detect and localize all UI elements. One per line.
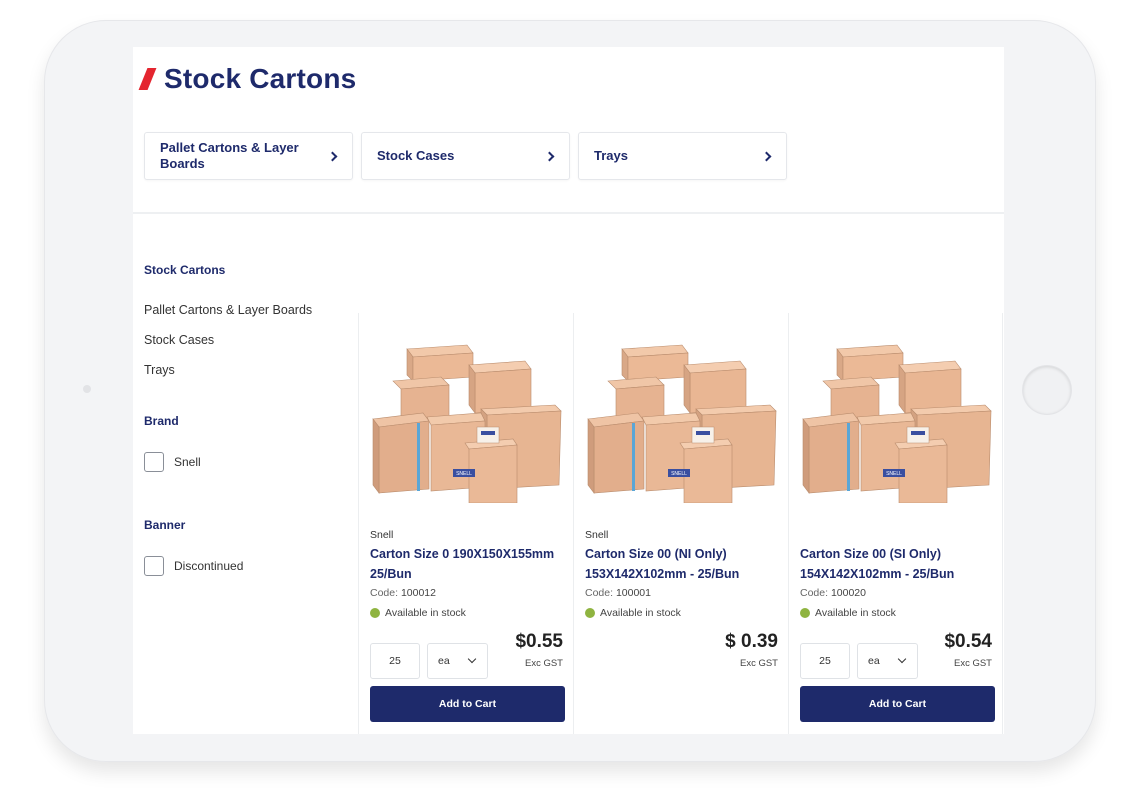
stock-status: Available in stock bbox=[370, 607, 466, 619]
category-card-stock-cases[interactable]: Stock Cases bbox=[361, 132, 570, 180]
banner-heading: Banner bbox=[144, 518, 186, 532]
product-name-link[interactable]: Carton Size 0 190X150X155mm 25/Bun bbox=[370, 544, 570, 584]
unit-value: ea bbox=[438, 655, 450, 667]
product-grid: SNELL Snell Carton Size 0 190X150X155mm … bbox=[358, 313, 1003, 734]
category-card-label: Stock Cases bbox=[377, 148, 455, 163]
category-cards: Pallet Cartons & Layer Boards Stock Case… bbox=[144, 132, 787, 180]
box-brand-label: SNELL bbox=[456, 471, 472, 477]
product-price: $ 0.39 bbox=[725, 631, 778, 652]
product-code: Code: 100020 bbox=[800, 587, 866, 599]
brand-slash-icon bbox=[138, 68, 157, 90]
product-name-link[interactable]: Carton Size 00 (SI Only) 154X142X102mm -… bbox=[800, 544, 1000, 584]
in-stock-dot-icon bbox=[800, 608, 810, 618]
code-label: Code: bbox=[585, 587, 614, 599]
sidebar-link-trays[interactable]: Trays bbox=[144, 363, 175, 377]
discontinued-label: Discontinued bbox=[174, 559, 244, 573]
gst-note: Exc GST bbox=[524, 658, 563, 669]
stock-status: Available in stock bbox=[800, 607, 896, 619]
category-card-label: Trays bbox=[594, 148, 628, 163]
chevron-down-icon bbox=[897, 654, 907, 664]
category-card-label: Pallet Cartons & Layer Boards bbox=[160, 140, 299, 171]
add-to-cart-button[interactable]: Add to Cart bbox=[370, 686, 565, 722]
sidebar-link-pallet-cartons[interactable]: Pallet Cartons & Layer Boards bbox=[144, 303, 312, 317]
add-to-cart-button[interactable]: Add to Cart bbox=[800, 686, 995, 722]
unit-value: ea bbox=[868, 655, 880, 667]
gst-note: Exc GST bbox=[953, 658, 992, 669]
category-card-pallet-cartons[interactable]: Pallet Cartons & Layer Boards bbox=[144, 132, 353, 180]
product-brand: Snell bbox=[370, 529, 394, 541]
camera-dot bbox=[83, 385, 91, 393]
box-brand-label: SNELL bbox=[886, 471, 902, 477]
stock-text: Available in stock bbox=[815, 607, 896, 619]
cartons-product-image[interactable]: SNELL bbox=[584, 339, 780, 503]
product-price: $0.55 bbox=[515, 631, 563, 652]
brand-snell-label: Snell bbox=[174, 455, 201, 469]
code-value: 100020 bbox=[830, 587, 866, 599]
in-stock-dot-icon bbox=[585, 608, 595, 618]
screen: Stock Cartons Pallet Cartons & Layer Boa… bbox=[133, 47, 1004, 734]
unit-select[interactable]: ea bbox=[857, 643, 918, 679]
page-title: Stock Cartons bbox=[164, 63, 357, 94]
category-card-trays[interactable]: Trays bbox=[578, 132, 787, 180]
stock-text: Available in stock bbox=[600, 607, 681, 619]
categories-heading: Stock Cartons bbox=[144, 263, 226, 277]
stock-text: Available in stock bbox=[385, 607, 466, 619]
product-card: SNELL Snell Carton Size 00 (NI Only) 153… bbox=[573, 313, 788, 734]
chevron-down-icon bbox=[467, 654, 477, 664]
product-card: SNELL Snell Carton Size 0 190X150X155mm … bbox=[358, 313, 573, 734]
stock-status: Available in stock bbox=[585, 607, 681, 619]
quantity-input[interactable]: 25 bbox=[800, 643, 850, 679]
code-value: 100001 bbox=[615, 587, 651, 599]
unit-select[interactable]: ea bbox=[427, 643, 488, 679]
brand-filter-snell[interactable]: Snell bbox=[144, 452, 201, 472]
discontinued-checkbox[interactable] bbox=[144, 556, 164, 576]
code-label: Code: bbox=[800, 587, 829, 599]
product-price: $0.54 bbox=[944, 631, 992, 652]
product-name-link[interactable]: Carton Size 00 (NI Only) 153X142X102mm -… bbox=[585, 544, 785, 584]
home-button[interactable] bbox=[1023, 366, 1071, 414]
product-brand: Snell bbox=[585, 529, 609, 541]
code-label: Code: bbox=[370, 587, 399, 599]
sidebar-link-stock-cases[interactable]: Stock Cases bbox=[144, 333, 214, 347]
quantity-input[interactable]: 25 bbox=[370, 643, 420, 679]
brand-heading: Brand bbox=[144, 414, 179, 428]
product-code: Code: 100012 bbox=[370, 587, 436, 599]
banner-filter-discontinued[interactable]: Discontinued bbox=[144, 556, 243, 576]
box-brand-label: SNELL bbox=[671, 471, 687, 477]
product-code: Code: 100001 bbox=[585, 587, 651, 599]
chevron-right-icon bbox=[544, 151, 555, 161]
gst-note: Exc GST bbox=[739, 658, 778, 669]
brand-snell-checkbox[interactable] bbox=[144, 452, 164, 472]
in-stock-dot-icon bbox=[370, 608, 380, 618]
section-divider bbox=[133, 212, 1004, 214]
page-header: Stock Cartons bbox=[138, 61, 357, 97]
chevron-right-icon bbox=[761, 151, 772, 161]
cartons-product-image[interactable]: SNELL bbox=[369, 339, 565, 503]
cartons-product-image[interactable]: SNELL bbox=[799, 339, 995, 503]
code-value: 100012 bbox=[400, 587, 436, 599]
chevron-right-icon bbox=[327, 151, 338, 161]
product-card: SNELL Carton Size 00 (SI Only) 154X142X1… bbox=[788, 313, 1003, 734]
